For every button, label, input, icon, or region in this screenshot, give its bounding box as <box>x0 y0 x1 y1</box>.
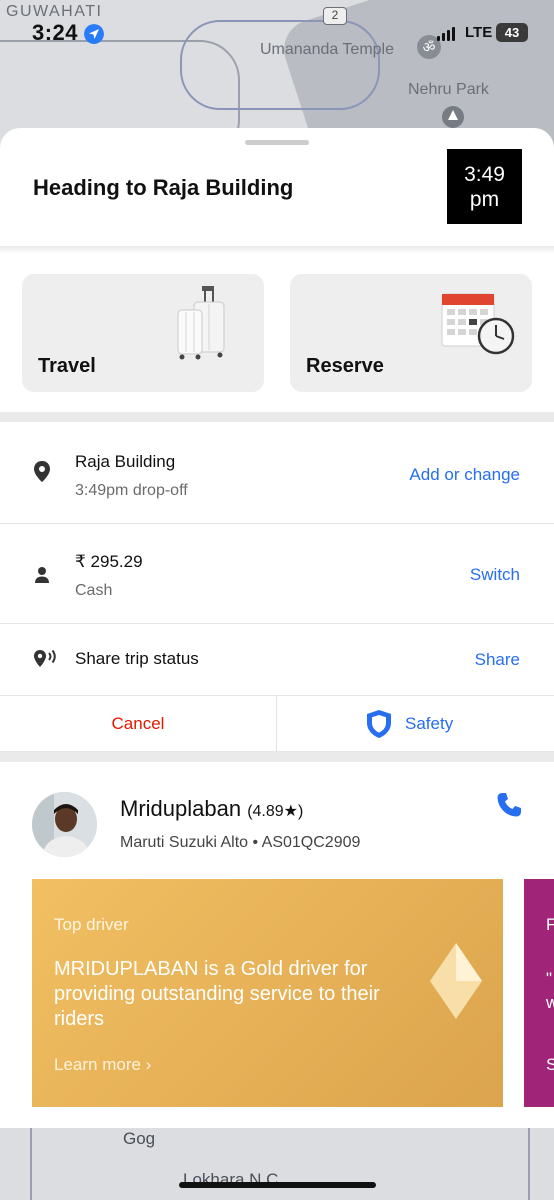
person-icon <box>35 567 49 583</box>
driver-rating: (4.89★) <box>247 803 304 820</box>
network-type: LTE <box>465 24 493 41</box>
eta-time: 3:49 <box>464 163 505 186</box>
driver-name: Mriduplaban <box>120 796 242 821</box>
add-or-change-link[interactable]: Add or change <box>409 465 520 485</box>
section-divider <box>0 412 554 422</box>
shield-icon <box>367 710 391 738</box>
destination-name: Raja Building <box>75 452 176 471</box>
location-arrow-icon <box>84 24 104 44</box>
map-label-nehru-park: Nehru Park <box>408 81 489 98</box>
location-pin-icon <box>34 461 50 482</box>
next-promo-card[interactable]: F " w S <box>524 879 554 1107</box>
phone-icon[interactable] <box>494 790 524 820</box>
destination-row[interactable]: Raja Building 3:49pm drop-off Add or cha… <box>0 424 554 524</box>
payment-row[interactable]: ₹ 295.29 Cash Switch <box>0 524 554 624</box>
learn-more-link[interactable]: Learn more › <box>54 1055 151 1075</box>
next-promo-text: " <box>546 969 553 988</box>
eta-badge: 3:49 pm <box>447 149 522 224</box>
top-driver-card[interactable]: Top driver MRIDUPLABAN is a Gold driver … <box>32 879 503 1107</box>
quick-action-cards: Travel Reserve <box>0 274 554 392</box>
next-promo-text: w <box>546 993 554 1012</box>
header-divider <box>0 246 554 254</box>
promo-kicker: Top driver <box>54 915 129 934</box>
fare-amount: ₹ 295.29 <box>75 552 143 571</box>
trip-title: Heading to Raja Building <box>33 175 294 200</box>
reserve-card-label: Reserve <box>306 355 384 377</box>
share-trip-row[interactable]: Share trip status Share <box>0 624 554 696</box>
battery-icon: 43 <box>496 23 528 42</box>
reserve-card[interactable]: Reserve <box>290 274 532 392</box>
driver-avatar[interactable] <box>32 792 97 857</box>
driver-name-line: Mriduplaban (4.89★) <box>120 796 303 822</box>
next-promo-text: S <box>546 1055 554 1074</box>
park-icon <box>442 106 464 128</box>
trip-header: Heading to Raja Building 3:49 pm <box>0 128 554 246</box>
eta-period: pm <box>469 188 500 211</box>
next-promo-text: F <box>546 915 554 934</box>
share-link[interactable]: Share <box>475 650 520 670</box>
signal-strength-icon <box>437 27 455 41</box>
trip-action-buttons: Cancel Safety <box>0 696 554 752</box>
safety-button[interactable]: Safety <box>277 696 554 752</box>
home-indicator[interactable] <box>179 1182 376 1188</box>
promo-body: MRIDUPLABAN is a Gold driver for providi… <box>54 958 380 1030</box>
share-location-icon <box>34 649 56 667</box>
dropoff-time: 3:49pm drop-off <box>75 482 188 499</box>
safety-label: Safety <box>405 714 454 733</box>
driver-photo <box>32 792 97 857</box>
share-trip-label: Share trip status <box>75 649 199 668</box>
payment-method: Cash <box>75 582 113 599</box>
cancel-button[interactable]: Cancel <box>0 696 277 752</box>
driver-section: Mriduplaban (4.89★) Maruti Suzuki Alto •… <box>0 758 554 1128</box>
gold-diamond-icon <box>430 943 482 1019</box>
status-time: 3:24 <box>32 20 79 45</box>
map-label-gog: Gog <box>123 1129 156 1148</box>
switch-payment-link[interactable]: Switch <box>470 565 520 585</box>
luggage-icon <box>177 286 225 360</box>
trip-bottom-sheet: Heading to Raja Building 3:49 pm Travel <box>0 128 554 1128</box>
travel-card-label: Travel <box>38 355 96 377</box>
travel-card[interactable]: Travel <box>22 274 264 392</box>
status-bar: 3:24 LTE 43 <box>0 0 554 60</box>
driver-vehicle: Maruti Suzuki Alto • AS01QC2909 <box>120 834 361 851</box>
calendar-clock-icon <box>441 293 515 355</box>
